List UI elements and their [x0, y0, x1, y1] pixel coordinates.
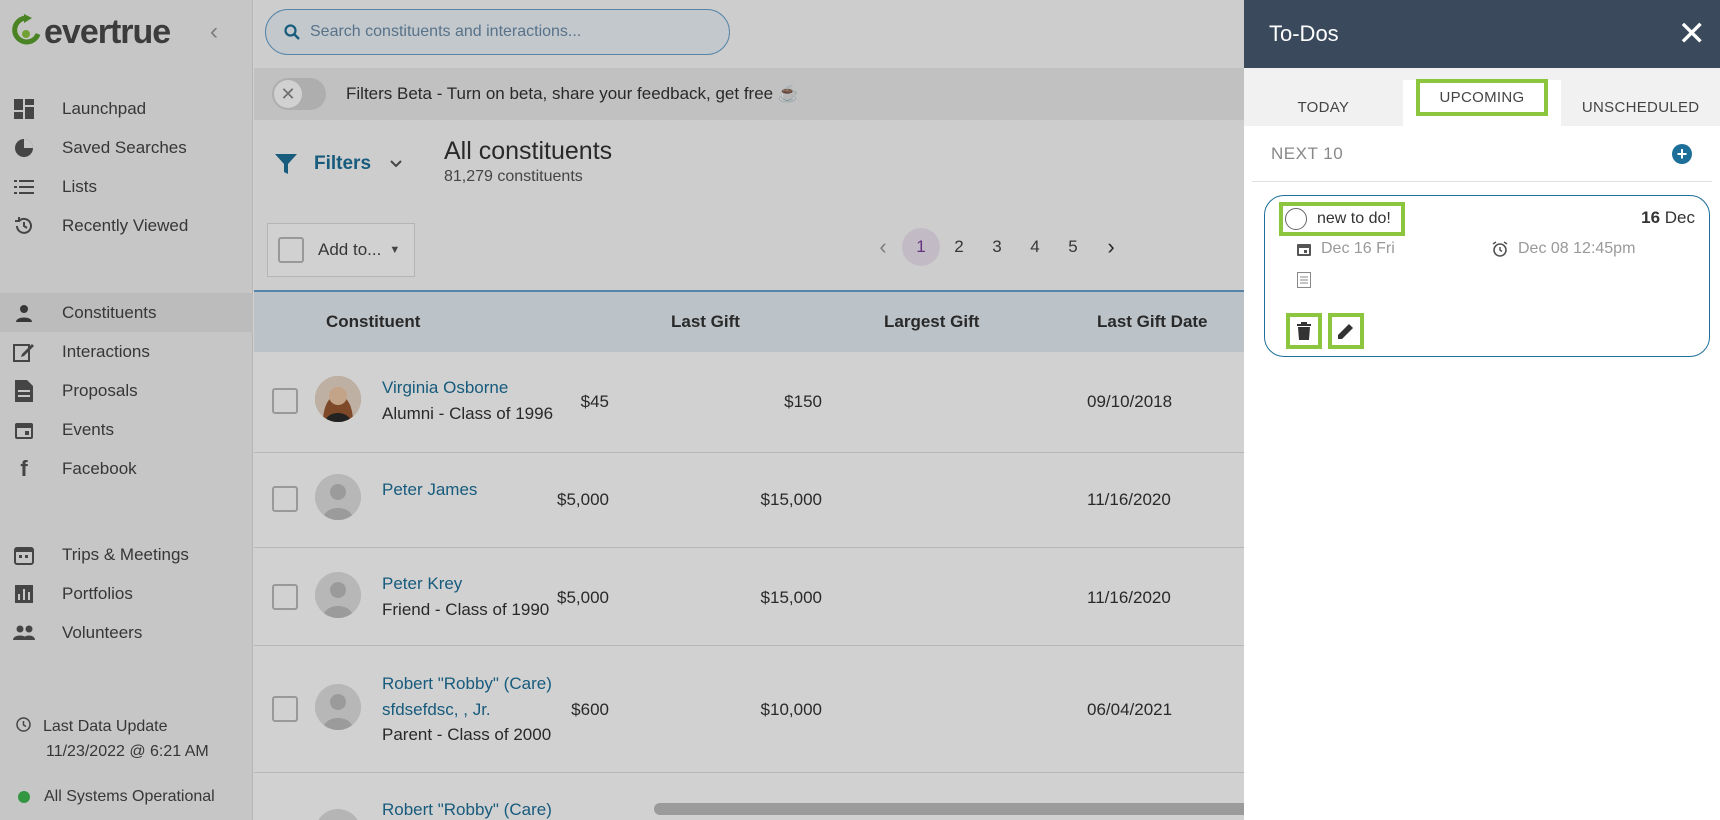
todo-card[interactable]: new to do! 16 Dec Dec 16 Fri Dec 08 12:4…	[1264, 195, 1710, 357]
todo-day: 16	[1641, 208, 1661, 227]
todo-due-badge: 16 Dec	[1641, 208, 1695, 228]
alarm-icon	[1492, 241, 1508, 257]
todo-due-text: Dec 16 Fri	[1321, 240, 1395, 257]
tab-upcoming[interactable]: UPCOMING	[1402, 79, 1562, 126]
todos-tabs: TODAY UPCOMING UNSCHEDULED	[1244, 68, 1720, 126]
delete-button[interactable]	[1286, 313, 1322, 349]
tab-unscheduled-label: UNSCHEDULED	[1581, 99, 1700, 116]
todo-reminder-text: Dec 08 12:45pm	[1518, 240, 1636, 257]
trash-icon	[1297, 322, 1311, 340]
modal-overlay[interactable]	[0, 0, 1244, 820]
add-todo-icon[interactable]: +	[1672, 143, 1692, 164]
todos-panel: To-Dos ✕ TODAY UPCOMING UNSCHEDULED NEXT…	[1244, 0, 1720, 820]
todo-title[interactable]: new to do!	[1279, 202, 1405, 236]
pencil-icon	[1338, 324, 1353, 339]
todo-due-date: Dec 16 Fri	[1297, 240, 1395, 258]
todos-header: To-Dos ✕	[1244, 0, 1720, 68]
tab-today-label: TODAY	[1297, 99, 1350, 116]
tab-upcoming-label: UPCOMING	[1415, 79, 1549, 116]
tab-unscheduled[interactable]: UNSCHEDULED	[1561, 99, 1720, 126]
notes-icon	[1297, 272, 1311, 288]
calendar-icon	[1297, 242, 1311, 256]
todo-reminder: Dec 08 12:45pm	[1492, 240, 1635, 258]
todo-name: new to do!	[1317, 210, 1391, 227]
close-icon[interactable]: ✕	[1678, 17, 1707, 51]
section-label: NEXT 10	[1271, 143, 1344, 163]
todos-title: To-Dos	[1269, 21, 1339, 46]
tab-today[interactable]: TODAY	[1244, 99, 1403, 126]
next-10-header: NEXT 10 +	[1252, 126, 1712, 182]
edit-button[interactable]	[1328, 313, 1364, 349]
todo-month: Dec	[1664, 208, 1695, 227]
complete-checkbox-icon[interactable]	[1285, 208, 1307, 230]
